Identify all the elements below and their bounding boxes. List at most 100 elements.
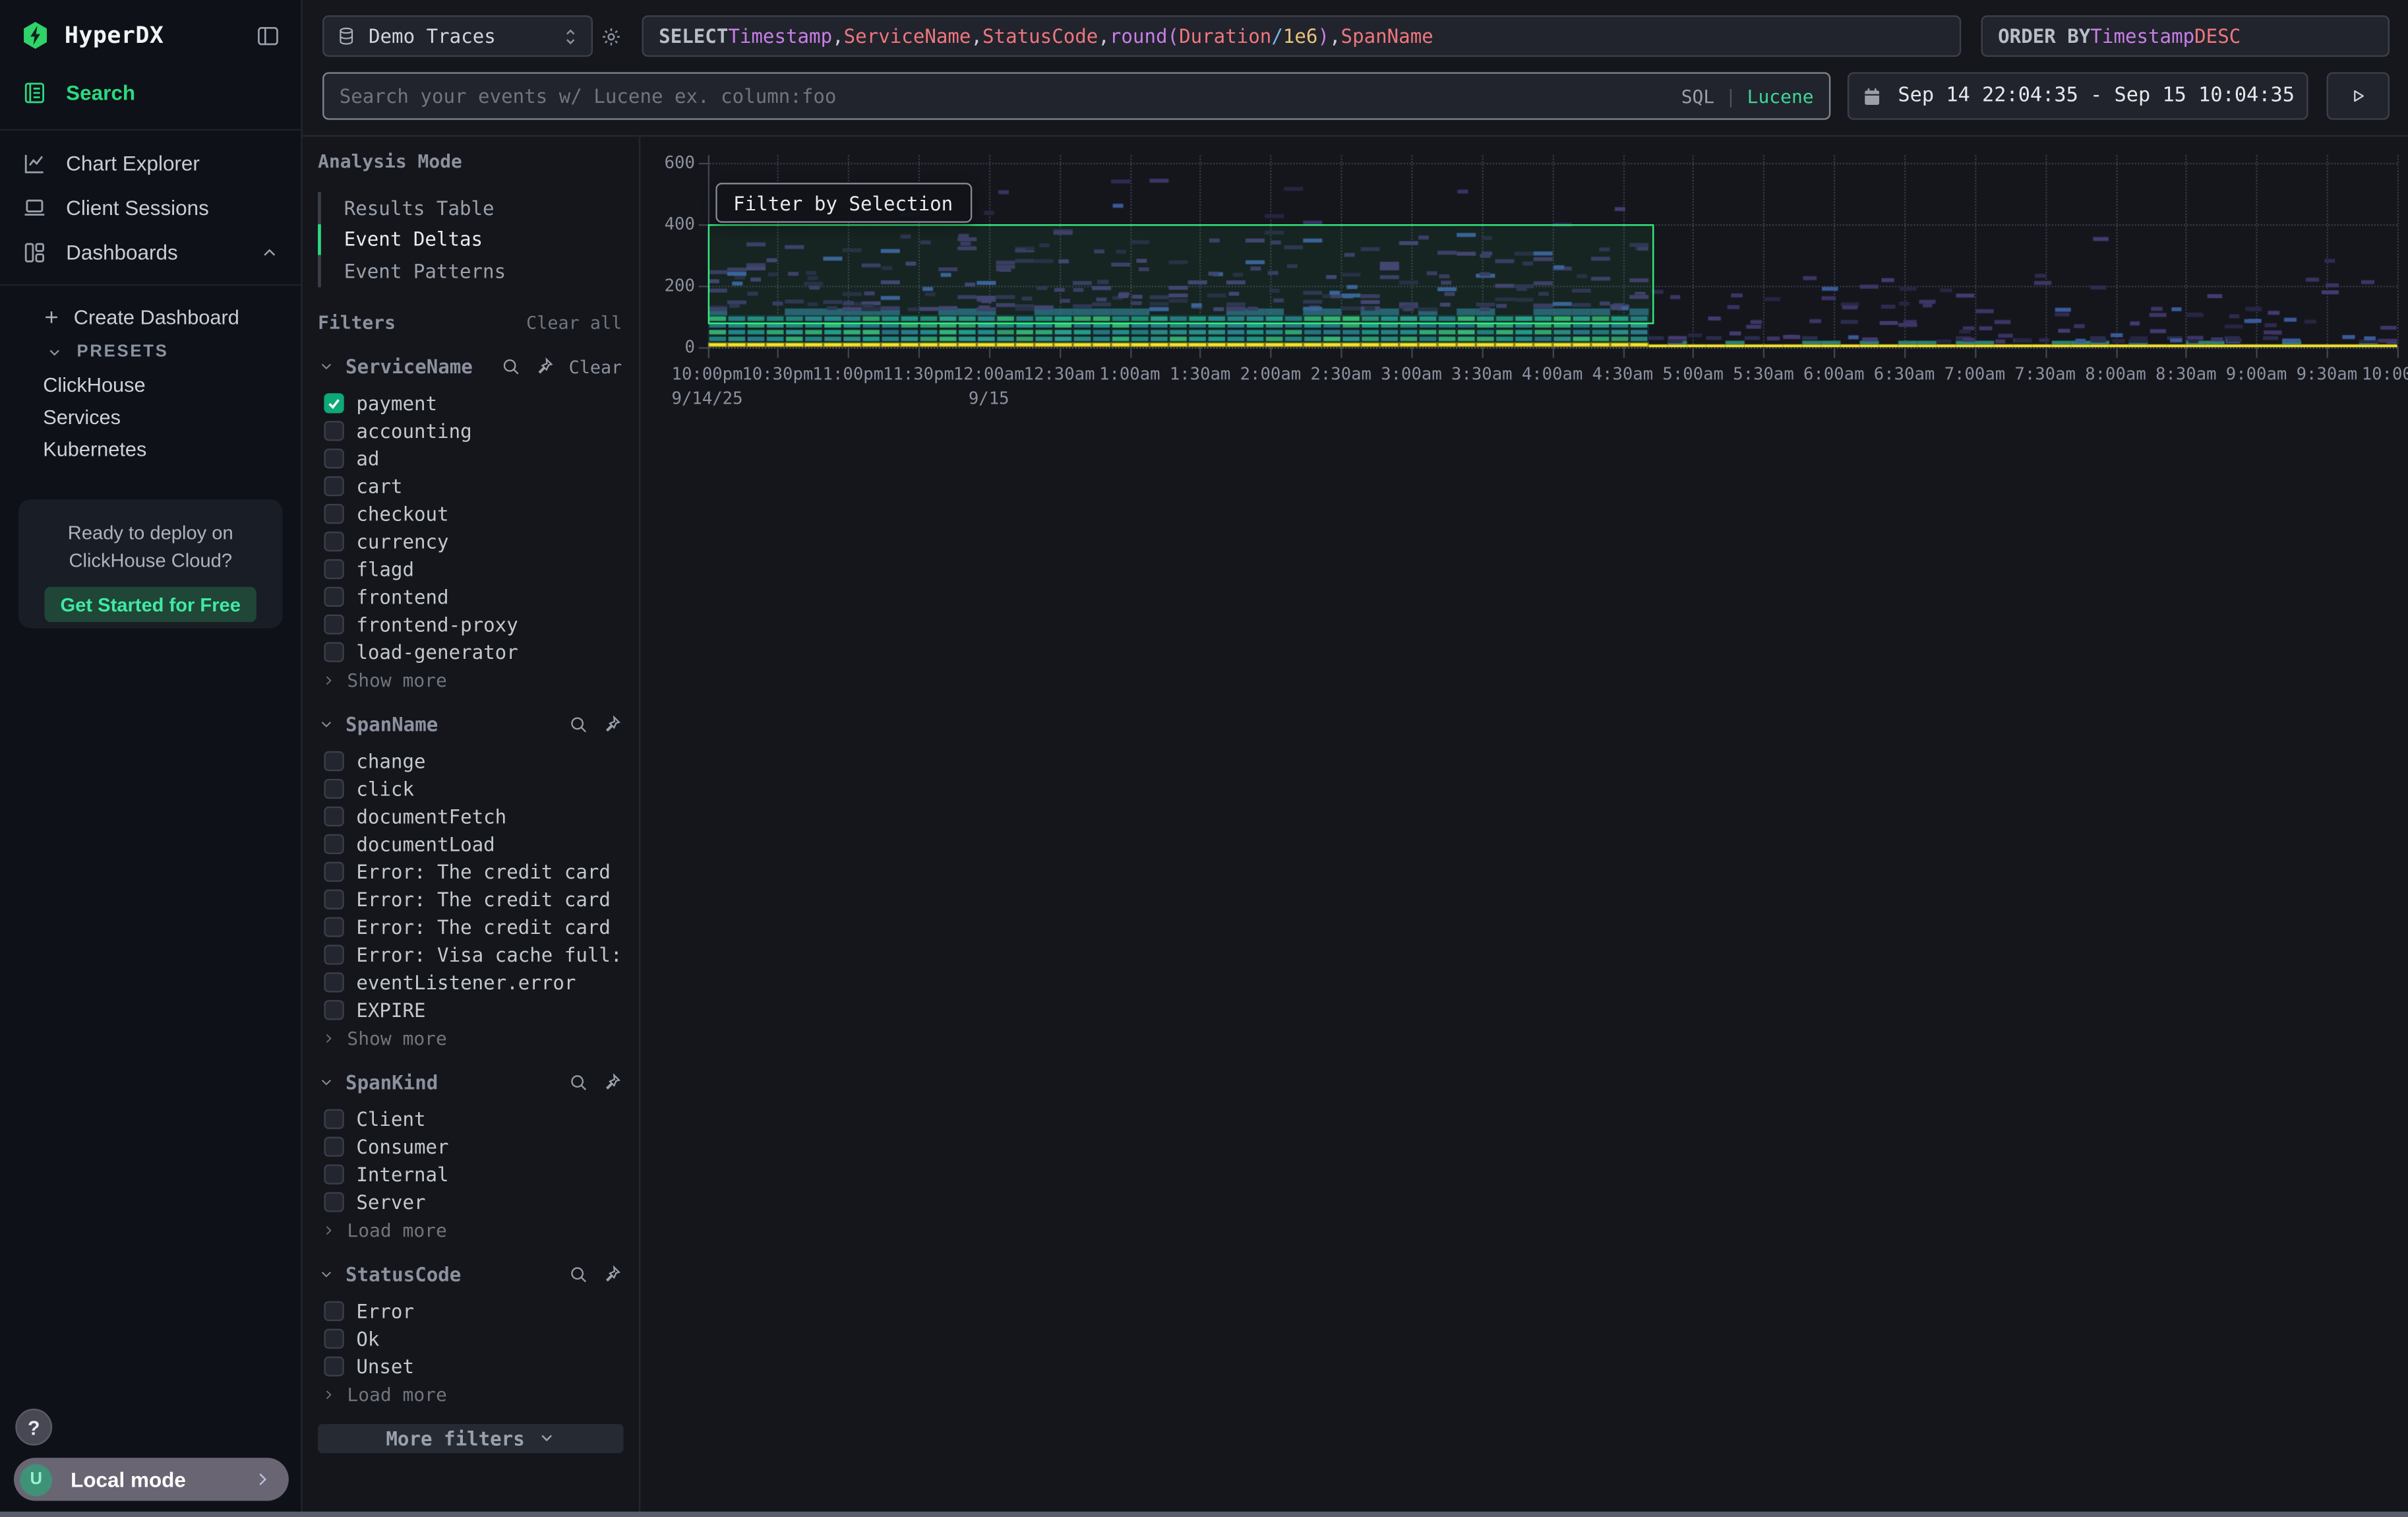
pin-icon[interactable] [602, 1072, 622, 1092]
show-more-button[interactable]: Show more [321, 1027, 622, 1049]
checkbox-unchecked[interactable] [324, 1000, 344, 1020]
filter-option-flagd[interactable]: flagd [318, 559, 622, 580]
filter-option-cart[interactable]: cart [318, 476, 622, 497]
filter-option-change[interactable]: change [318, 751, 622, 772]
checkbox-unchecked[interactable] [324, 615, 344, 635]
chevron-right-icon[interactable] [321, 1386, 336, 1402]
filter-option-documentfetch[interactable]: documentFetch [318, 806, 622, 828]
show-more-button[interactable]: Show more [321, 669, 622, 691]
presets-toggle[interactable]: PRESETS [0, 335, 301, 369]
checkbox-unchecked[interactable] [324, 807, 344, 826]
order-by-input[interactable]: ORDER BY Timestamp DESC [1981, 15, 2390, 57]
search-icon[interactable] [568, 1072, 588, 1092]
lang-lucene-option[interactable]: Lucene [1747, 85, 1814, 107]
checkbox-unchecked[interactable] [324, 449, 344, 468]
checkbox-unchecked[interactable] [324, 1192, 344, 1212]
search-icon[interactable] [501, 356, 521, 376]
filter-option-client[interactable]: Client [318, 1108, 622, 1130]
checkbox-unchecked[interactable] [324, 532, 344, 551]
source-select[interactable]: Demo Traces [322, 15, 593, 57]
chevron-right-icon[interactable] [321, 672, 336, 687]
filter-option-payment[interactable]: payment [318, 392, 622, 414]
filter-option-currency[interactable]: currency [318, 531, 622, 553]
more-filters-button[interactable]: More filters [318, 1423, 623, 1452]
run-query-button[interactable] [2327, 72, 2390, 119]
sidebar-item-clickhouse[interactable]: ClickHouse [0, 369, 301, 401]
checkbox-unchecked[interactable] [324, 559, 344, 579]
filter-option-internal[interactable]: Internal [318, 1163, 622, 1185]
filter-group-header[interactable]: ServiceNameClear [318, 354, 622, 379]
checkbox-unchecked[interactable] [324, 1137, 344, 1157]
filter-option-unset[interactable]: Unset [318, 1355, 622, 1377]
chevron-down-icon[interactable] [318, 358, 335, 375]
analysis-mode-results-table[interactable]: Results Table [318, 192, 622, 224]
search-icon[interactable] [568, 714, 588, 734]
filter-group-header[interactable]: StatusCode [318, 1262, 622, 1286]
filter-group-header[interactable]: SpanName [318, 712, 622, 737]
checkbox-unchecked[interactable] [324, 421, 344, 441]
checkbox-unchecked[interactable] [324, 504, 344, 524]
chevron-up-icon[interactable] [260, 243, 280, 263]
collapse-sidebar-icon[interactable] [255, 22, 282, 49]
filter-by-selection-button[interactable]: Filter by Selection [715, 183, 971, 223]
filter-option-server[interactable]: Server [318, 1191, 622, 1213]
checkbox-checked[interactable] [324, 393, 344, 413]
filter-option-error-the-credit-card-[interactable]: Error: The credit card (… [318, 861, 622, 882]
sidebar-item-client-sessions[interactable]: Client Sessions [0, 186, 301, 231]
load-more-button[interactable]: Load more [321, 1219, 622, 1241]
checkbox-unchecked[interactable] [324, 1301, 344, 1321]
load-more-button[interactable]: Load more [321, 1383, 622, 1405]
filter-option-error[interactable]: Error [318, 1301, 622, 1322]
date-range-picker[interactable]: Sep 14 22:04:35 - Sep 15 10:04:35 [1848, 72, 2308, 119]
filter-group-clear-button[interactable]: Clear [569, 356, 622, 377]
checkbox-unchecked[interactable] [324, 834, 344, 854]
analysis-mode-event-deltas[interactable]: Event Deltas [318, 224, 622, 255]
filter-option-checkout[interactable]: checkout [318, 503, 622, 525]
filter-option-expire[interactable]: EXPIRE [318, 999, 622, 1021]
source-settings-icon[interactable] [601, 26, 622, 48]
chevron-right-icon[interactable] [321, 1222, 336, 1237]
help-button[interactable]: ? [15, 1409, 52, 1446]
chevron-down-icon[interactable] [318, 1074, 335, 1091]
filter-option-load-generator[interactable]: load-generator [318, 641, 622, 663]
filter-option-click[interactable]: click [318, 778, 622, 800]
horizontal-scrollbar[interactable] [0, 1512, 2408, 1517]
search-icon[interactable] [568, 1264, 588, 1284]
clear-all-button[interactable]: Clear all [526, 311, 622, 333]
filter-option-documentload[interactable]: documentLoad [318, 834, 622, 855]
sidebar-item-chart-explorer[interactable]: Chart Explorer [0, 141, 301, 186]
select-clause-input[interactable]: SELECT Timestamp, ServiceName, StatusCod… [642, 15, 1962, 57]
checkbox-unchecked[interactable] [324, 1109, 344, 1129]
filter-option-frontend-proxy[interactable]: frontend-proxy [318, 613, 622, 635]
checkbox-unchecked[interactable] [324, 972, 344, 992]
filter-option-error-the-credit-card-[interactable]: Error: The credit card (… [318, 888, 622, 910]
checkbox-unchecked[interactable] [324, 1329, 344, 1349]
filter-option-eventlistener-error[interactable]: eventListener.error [318, 972, 622, 993]
chart-selection-rect[interactable] [707, 224, 1654, 324]
get-started-button[interactable]: Get Started for Free [45, 587, 256, 623]
checkbox-unchecked[interactable] [324, 944, 344, 964]
chevron-down-icon[interactable] [318, 1266, 335, 1283]
search-input[interactable]: Search your events w/ Lucene ex. column:… [322, 72, 1830, 119]
local-mode-menu[interactable]: U Local mode [14, 1458, 289, 1501]
checkbox-unchecked[interactable] [324, 751, 344, 771]
sidebar-item-services[interactable]: Services [0, 401, 301, 433]
filter-option-ad[interactable]: ad [318, 448, 622, 470]
checkbox-unchecked[interactable] [324, 917, 344, 937]
pin-icon[interactable] [602, 714, 622, 734]
filter-option-accounting[interactable]: accounting [318, 420, 622, 442]
checkbox-unchecked[interactable] [324, 1357, 344, 1377]
checkbox-unchecked[interactable] [324, 642, 344, 662]
checkbox-unchecked[interactable] [324, 476, 344, 496]
sidebar-item-dashboards[interactable]: Dashboards [0, 230, 301, 275]
sidebar-item-search[interactable]: Search [0, 71, 301, 115]
filter-option-frontend[interactable]: frontend [318, 586, 622, 608]
chevron-down-icon[interactable] [318, 716, 335, 733]
pin-icon[interactable] [602, 1264, 622, 1284]
filter-option-ok[interactable]: Ok [318, 1328, 622, 1349]
checkbox-unchecked[interactable] [324, 779, 344, 799]
filter-option-error-visa-cache-full-[interactable]: Error: Visa cache full: … [318, 944, 622, 966]
pin-icon[interactable] [535, 356, 555, 376]
sidebar-item-kubernetes[interactable]: Kubernetes [0, 433, 301, 466]
checkbox-unchecked[interactable] [324, 587, 344, 607]
